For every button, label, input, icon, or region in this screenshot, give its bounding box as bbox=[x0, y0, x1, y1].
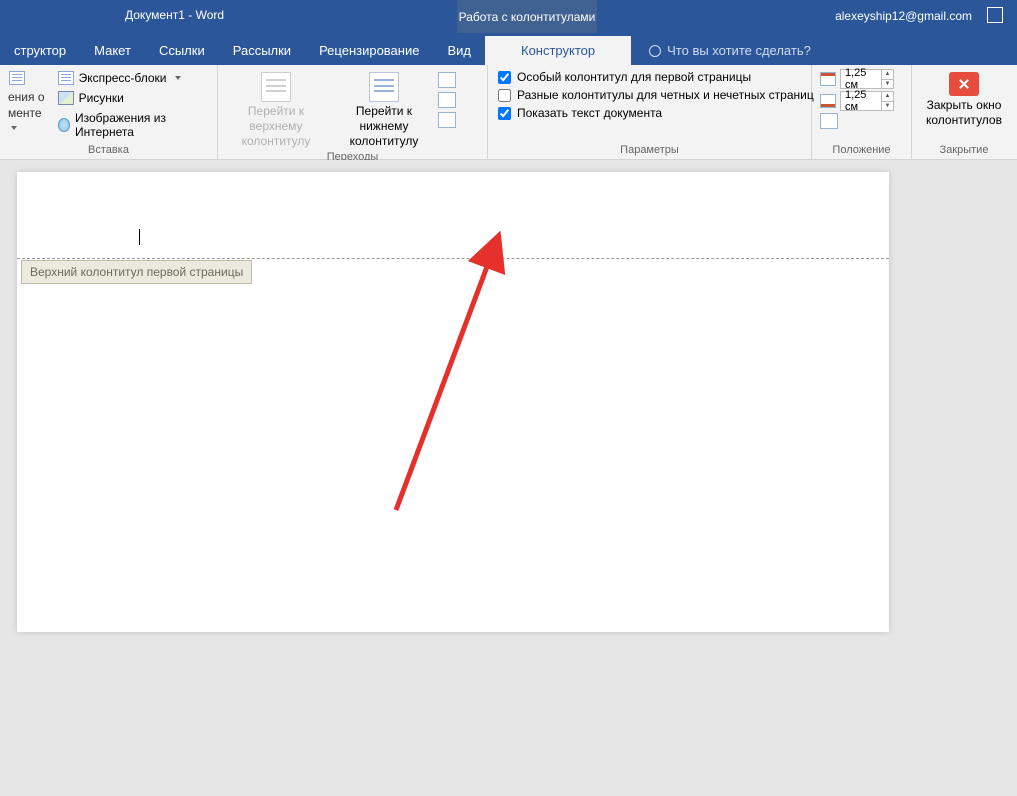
ribbon: ения о менте Экспресс-блоки Рисунки Изоб… bbox=[0, 65, 1017, 160]
tab-hf-designer[interactable]: Конструктор bbox=[485, 36, 631, 65]
online-pictures-button[interactable]: Изображения из Интернета bbox=[53, 108, 213, 142]
cutoff-label-2: менте bbox=[8, 106, 42, 120]
ribbon-display-options-icon[interactable] bbox=[987, 7, 1003, 23]
group-label-position: Положение bbox=[816, 142, 907, 159]
goto-header-icon bbox=[261, 72, 291, 102]
goto-header-button: Перейти к верхнемуколонтитулу bbox=[222, 68, 330, 149]
header-from-top-icon bbox=[820, 72, 836, 86]
show-document-text-row[interactable]: Показать текст документа bbox=[492, 104, 820, 122]
tab-constructor-cut[interactable]: структор bbox=[0, 36, 80, 65]
group-label-insert: Вставка bbox=[4, 142, 213, 159]
header-section-tag: Верхний колонтитул первой страницы bbox=[21, 260, 252, 284]
spin-down-icon[interactable]: ▼ bbox=[882, 80, 893, 89]
ribbon-group-insert: ения о менте Экспресс-блоки Рисунки Изоб… bbox=[0, 65, 218, 159]
next-section-icon[interactable] bbox=[438, 92, 456, 108]
header-from-top-input[interactable]: 1,25 см ▲▼ bbox=[840, 69, 894, 89]
tell-me[interactable]: Что вы хотите сделать? bbox=[639, 36, 821, 65]
tab-layout[interactable]: Макет bbox=[80, 36, 145, 65]
user-email[interactable]: alexeyship12@gmail.com bbox=[835, 9, 972, 23]
doc-icon bbox=[9, 71, 25, 85]
ribbon-group-position: 1,25 см ▲▼ 1,25 см ▲▼ Положение bbox=[812, 65, 912, 159]
header-boundary-line bbox=[17, 258, 889, 259]
prev-section-icon[interactable] bbox=[438, 72, 456, 88]
footer-from-bottom-input[interactable]: 1,25 см ▲▼ bbox=[840, 91, 894, 111]
different-odd-even-row[interactable]: Разные колонтитулы для четных и нечетных… bbox=[492, 86, 820, 104]
doc-info-button-cut[interactable] bbox=[4, 68, 49, 88]
tell-me-placeholder: Что вы хотите сделать? bbox=[667, 43, 811, 58]
document-area: Верхний колонтитул первой страницы bbox=[0, 160, 1017, 636]
spin-up-icon[interactable]: ▲ bbox=[882, 92, 893, 102]
ribbon-tabs: структор Макет Ссылки Рассылки Рецензиро… bbox=[0, 33, 1017, 65]
spin-down-icon[interactable]: ▼ bbox=[882, 102, 893, 111]
page[interactable]: Верхний колонтитул первой страницы bbox=[17, 172, 889, 632]
goto-footer-button[interactable]: Перейти к нижнемуколонтитулу bbox=[330, 68, 438, 149]
link-previous-icon[interactable] bbox=[438, 112, 456, 128]
tab-review[interactable]: Рецензирование bbox=[305, 36, 433, 65]
ribbon-group-options: Особый колонтитул для первой страницы Ра… bbox=[488, 65, 812, 159]
spin-up-icon[interactable]: ▲ bbox=[882, 70, 893, 80]
header-edit-area[interactable] bbox=[17, 172, 889, 259]
text-cursor bbox=[139, 229, 140, 245]
tab-view[interactable]: Вид bbox=[433, 36, 485, 65]
tab-mailings[interactable]: Рассылки bbox=[219, 36, 305, 65]
quick-parts-button[interactable]: Экспресс-блоки bbox=[53, 68, 213, 88]
chevron-down-icon bbox=[175, 76, 181, 80]
group-label-close: Закрытие bbox=[916, 142, 1012, 159]
goto-footer-icon bbox=[369, 72, 399, 102]
picture-icon bbox=[58, 91, 74, 105]
title-bar: Документ1 - Word Работа с колонтитулами … bbox=[0, 0, 1017, 33]
blocks-icon bbox=[58, 71, 74, 85]
insert-alignment-tab-icon[interactable] bbox=[820, 113, 838, 129]
cutoff-label-1: ения о bbox=[8, 90, 45, 104]
checkbox-odd-even[interactable] bbox=[498, 89, 511, 102]
checkbox-first-page[interactable] bbox=[498, 71, 511, 84]
chevron-down-icon bbox=[11, 126, 17, 130]
bulb-icon bbox=[649, 45, 661, 57]
globe-icon bbox=[58, 118, 70, 132]
ribbon-group-navigation: Перейти к верхнемуколонтитулу Перейти к … bbox=[218, 65, 488, 159]
window-title: Документ1 - Word bbox=[125, 8, 224, 22]
close-icon bbox=[949, 72, 979, 96]
tab-references[interactable]: Ссылки bbox=[145, 36, 219, 65]
checkbox-show-text[interactable] bbox=[498, 107, 511, 120]
contextual-tab-title: Работа с колонтитулами bbox=[457, 0, 597, 33]
close-header-footer-button[interactable]: Закрыть окноколонтитулов bbox=[916, 68, 1012, 128]
group-label-options: Параметры bbox=[492, 142, 807, 159]
footer-from-bottom-icon bbox=[820, 94, 836, 108]
pictures-button[interactable]: Рисунки bbox=[53, 88, 213, 108]
ribbon-group-close: Закрыть окноколонтитулов Закрытие bbox=[912, 65, 1016, 159]
different-first-page-row[interactable]: Особый колонтитул для первой страницы bbox=[492, 68, 820, 86]
